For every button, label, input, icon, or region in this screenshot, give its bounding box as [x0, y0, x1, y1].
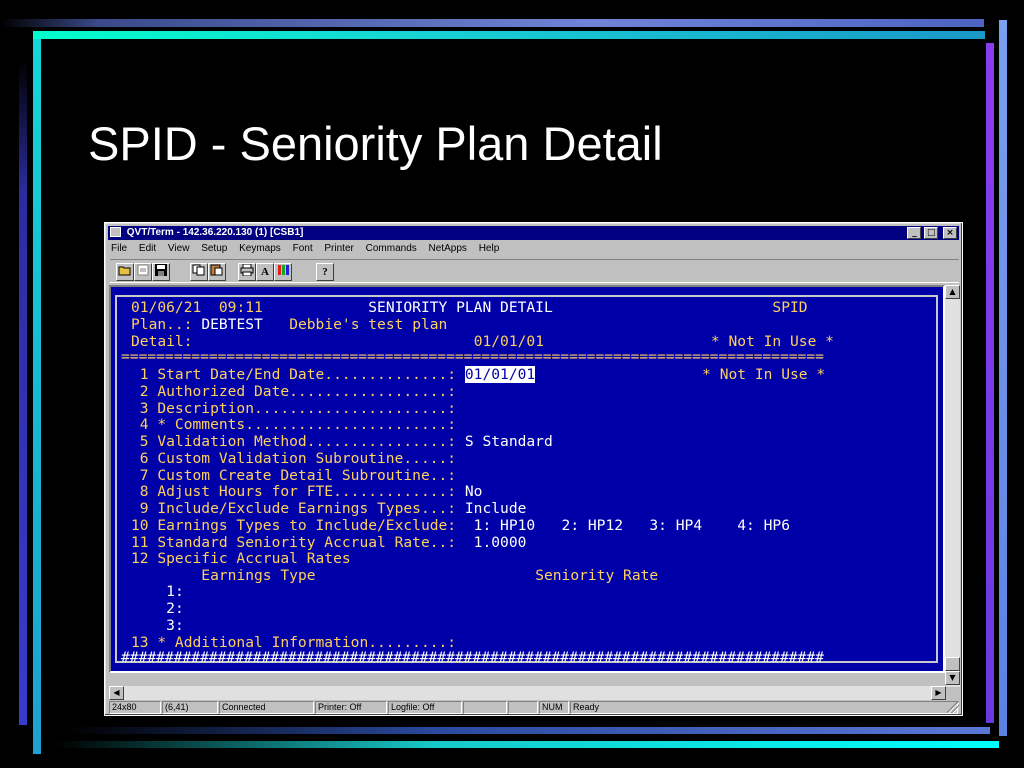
color-bars-icon[interactable] [274, 263, 292, 281]
paste-icon[interactable] [208, 263, 226, 281]
fill-row: ########################################… [121, 650, 824, 666]
decor-bar-top-blue [0, 19, 984, 27]
resize-grip-icon[interactable] [947, 701, 959, 713]
printer-icon[interactable] [238, 263, 256, 281]
floppy-disk-icon[interactable] [152, 263, 170, 281]
menu-printer[interactable]: Printer [324, 243, 353, 254]
print-icon[interactable] [134, 263, 152, 281]
accrual-headers: Earnings Type Seniority Rate [201, 567, 659, 584]
field-row-3: 3 Description......................: [131, 400, 457, 417]
field-row-6: 6 Custom Validation Subroutine.....: [131, 450, 457, 467]
font-button[interactable]: A [256, 263, 274, 281]
menu-file[interactable]: File [111, 243, 127, 254]
decor-bar-left-blue [19, 60, 27, 725]
scroll-down-icon[interactable]: ▼ [945, 671, 960, 685]
window-title: QVT/Term - 142.36.220.130 (1) [CSB1] [126, 227, 304, 238]
terminal-app-icon[interactable] [110, 227, 121, 237]
start-date-input[interactable]: 01/01/01 [464, 366, 536, 383]
plan-row: Plan..: DEBTEST Debbie's test plan [131, 316, 448, 333]
terminal-window: QVT/Term - 142.36.220.130 (1) [CSB1] _ □… [104, 222, 963, 716]
decor-bar-bottom-blue [66, 727, 990, 734]
field-row-9: 9 Include/Exclude Earnings Types...: Inc… [131, 500, 527, 517]
terminal-screen[interactable]: 01/06/21 09:11 SENIORITY PLAN DETAIL SPI… [109, 285, 945, 673]
open-folder-icon[interactable] [116, 263, 134, 281]
field-row-8: 8 Adjust Hours for FTE.............: No [131, 483, 483, 500]
window-titlebar[interactable]: QVT/Term - 142.36.220.130 (1) [CSB1] _ □… [108, 226, 959, 240]
help-button[interactable]: ? [316, 263, 334, 281]
status-cursor: (6,41) [162, 701, 218, 714]
scroll-right-icon[interactable]: ▶ [931, 686, 946, 700]
slide-title: SPID - Seniority Plan Detail [88, 117, 663, 170]
field-row-13: 13 * Additional Information.........: [131, 634, 457, 651]
scroll-thumb[interactable] [945, 657, 960, 671]
copy-icon[interactable] [190, 263, 208, 281]
menu-keymaps[interactable]: Keymaps [239, 243, 281, 254]
menu-bar: File Edit View Setup Keymaps Font Printe… [111, 242, 508, 256]
field-row-12: 12 Specific Accrual Rates [131, 550, 351, 567]
decor-bar-right-purple [986, 43, 994, 723]
field-row-10: 10 Earnings Types to Include/Exclude: 1:… [131, 517, 790, 534]
accrual-row-1: 1: [166, 583, 184, 600]
menu-setup[interactable]: Setup [201, 243, 227, 254]
status-empty-2 [508, 701, 538, 714]
status-empty-1 [463, 701, 507, 714]
vertical-scrollbar[interactable]: ▲ ▼ [945, 285, 960, 687]
scroll-up-icon[interactable]: ▲ [945, 285, 960, 299]
field-row-5: 5 Validation Method................: S S… [131, 433, 553, 450]
toolbar: A ? [110, 259, 959, 283]
status-printer: Printer: Off [315, 701, 387, 714]
status-ready: Ready [570, 701, 958, 714]
header-row: 01/06/21 09:11 SENIORITY PLAN DETAIL SPI… [131, 299, 808, 316]
horizontal-scrollbar[interactable]: ◀ ▶ [109, 686, 946, 700]
status-logfile: Logfile: Off [388, 701, 462, 714]
close-button[interactable]: × [943, 227, 957, 239]
field-row-1: 1 Start Date/End Date..............: 01/… [131, 366, 826, 383]
status-num: NUM [539, 701, 569, 714]
menu-edit[interactable]: Edit [139, 243, 156, 254]
field-row-11: 11 Standard Seniority Accrual Rate..: 1.… [131, 534, 527, 551]
menu-view[interactable]: View [168, 243, 190, 254]
field-row-4: 4 * Comments.......................: [131, 416, 457, 433]
accrual-row-2: 2: [166, 600, 184, 617]
separator-rule: ========================================… [121, 349, 824, 365]
decor-bar-left-cyan [33, 39, 41, 754]
decor-bar-bottom-cyan [55, 741, 999, 748]
detail-row: Detail: 01/01/01 * Not In Use * [131, 333, 834, 350]
decor-bar-top-cyan [33, 31, 985, 39]
menu-font[interactable]: Font [293, 243, 313, 254]
menu-help[interactable]: Help [479, 243, 500, 254]
field-row-7: 7 Custom Create Detail Subroutine..: [131, 467, 457, 484]
scroll-left-icon[interactable]: ◀ [109, 686, 124, 700]
status-connection: Connected [219, 701, 314, 714]
status-bar: 24x80 (6,41) Connected Printer: Off Logf… [109, 701, 959, 714]
field-row-2: 2 Authorized Date..................: [131, 383, 457, 400]
maximize-button[interactable]: □ [924, 227, 939, 239]
menu-netapps[interactable]: NetApps [429, 243, 467, 254]
accrual-row-3: 3: [166, 617, 184, 634]
status-size: 24x80 [109, 701, 161, 714]
minimize-button[interactable]: _ [907, 227, 922, 239]
menu-commands[interactable]: Commands [366, 243, 417, 254]
decor-bar-right-blue [999, 20, 1007, 736]
